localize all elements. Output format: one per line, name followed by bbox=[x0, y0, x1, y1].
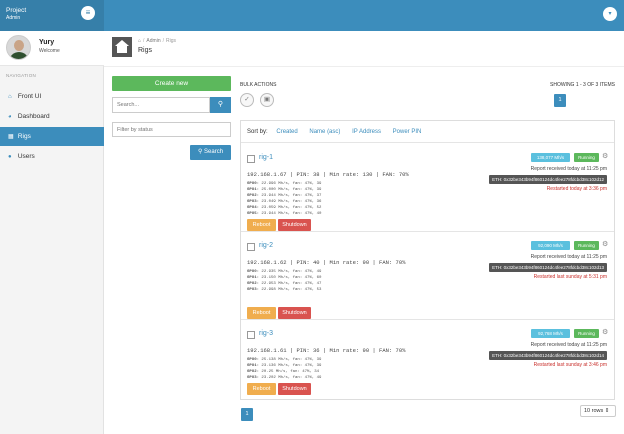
restart-time: Restarted today at 3:36 pm bbox=[546, 186, 607, 192]
gear-icon[interactable]: ⚙ bbox=[602, 152, 608, 160]
user-name: Yury bbox=[39, 39, 55, 46]
rig-checkbox[interactable] bbox=[247, 243, 255, 251]
avatar bbox=[6, 35, 31, 60]
rig-card: rig-1 192.168.1.67 | PIN: 38 | Min rate:… bbox=[241, 145, 614, 232]
rows-per-page-select[interactable]: 10 rows ⇕ bbox=[580, 405, 616, 417]
bulk-actions-label: BULK ACTIONS bbox=[240, 82, 277, 88]
showing-count: SHOWING 1 - 3 OF 3 ITEMS bbox=[550, 82, 616, 88]
shutdown-button[interactable]: Shutdown bbox=[278, 219, 311, 231]
sidebar: Yury Welcome NAVIGATION ⌂ Front UI ◕ Das… bbox=[0, 31, 104, 434]
status-filter-input[interactable] bbox=[112, 122, 231, 137]
sort-power-pin[interactable]: Power PIN bbox=[393, 129, 422, 135]
gear-icon[interactable]: ⚙ bbox=[602, 328, 608, 336]
page-header: ⌂ / Admin / Rigs Rigs bbox=[104, 31, 624, 67]
shutdown-button[interactable]: Shutdown bbox=[278, 307, 311, 319]
home-icon bbox=[112, 37, 132, 57]
rigs-panel: Sort by: Created Name (asc) IP Address P… bbox=[240, 120, 615, 400]
sidebar-item-dashboard[interactable]: ◕ Dashboard bbox=[0, 107, 104, 126]
rig-checkbox[interactable] bbox=[247, 331, 255, 339]
gpu-list: GPU0: 25.138 Mh/s, fan: 47%, 39 GPU1: 23… bbox=[247, 357, 321, 381]
reboot-button[interactable]: Reboot bbox=[247, 219, 276, 231]
dashboard-icon: ◕ bbox=[8, 114, 12, 120]
sort-label: Sort by: bbox=[247, 129, 268, 135]
report-received: Report received today at 11:25 pm bbox=[530, 166, 607, 172]
restart-time: Restarted last sunday at 3:46 pm bbox=[533, 362, 607, 368]
sort-created[interactable]: Created bbox=[276, 129, 297, 135]
pagination-page-top[interactable]: 1 bbox=[554, 94, 566, 107]
gpu-list: GPU0: 22.996 Mh/s, fan: 47%, 39 GPU1: 25… bbox=[247, 181, 321, 217]
rig-card: rig-3 192.168.1.61 | PIN: 36 | Min rate:… bbox=[241, 321, 614, 408]
report-received: Report received today at 11:25 pm bbox=[530, 342, 607, 348]
gear-icon[interactable]: ⚙ bbox=[602, 240, 608, 248]
sidebar-item-front-ui[interactable]: ⌂ Front UI bbox=[0, 87, 104, 106]
user-welcome: Welcome bbox=[39, 48, 60, 54]
search-icon[interactable]: ⚲ bbox=[210, 97, 231, 113]
gpu-list: GPU0: 22.935 Mh/s, fan: 47%, 49 GPU1: 23… bbox=[247, 269, 321, 293]
rig-checkbox[interactable] bbox=[247, 155, 255, 163]
rig-name-link[interactable]: rig-3 bbox=[259, 330, 273, 337]
check-icon[interactable]: ✓ bbox=[240, 93, 254, 107]
rig-info: 192.168.1.67 | PIN: 38 | Min rate: 130 |… bbox=[247, 171, 409, 178]
sidebar-item-rigs[interactable]: ▦ Rigs bbox=[0, 127, 104, 146]
sidebar-item-label: Users bbox=[17, 153, 35, 160]
sort-bar: Sort by: Created Name (asc) IP Address P… bbox=[241, 121, 614, 143]
status-badge: Running bbox=[574, 329, 599, 338]
search-button-label: Search bbox=[204, 149, 224, 155]
sidebar-item-label: Front UI bbox=[17, 93, 42, 100]
search-input[interactable] bbox=[112, 97, 210, 113]
rig-card: rig-2 192.168.1.62 | PIN: 40 | Min rate:… bbox=[241, 233, 614, 320]
users-icon: ● bbox=[8, 154, 12, 160]
status-badge: Running bbox=[574, 153, 599, 162]
top-navbar: Project Admin ≡ ▾ bbox=[0, 0, 624, 31]
eth-wallet-badge: ETH: 0x32be343b94f860124dc4fee278fdcbd38… bbox=[489, 175, 607, 184]
eth-wallet-badge: ETH: 0x32be343b94f860124dc4fee278fdcbd38… bbox=[489, 263, 607, 272]
caret-down-icon[interactable]: ▾ bbox=[603, 7, 617, 21]
create-new-button[interactable]: Create new bbox=[112, 76, 231, 91]
sort-name-asc[interactable]: Name (asc) bbox=[309, 129, 340, 135]
page-title: Rigs bbox=[138, 47, 153, 54]
rig-name-link[interactable]: rig-2 bbox=[259, 242, 273, 249]
trash-icon[interactable]: ▣ bbox=[260, 93, 274, 107]
sidebar-item-label: Dashboard bbox=[17, 113, 50, 120]
rig-info: 192.168.1.61 | PIN: 36 | Min rate: 90 | … bbox=[247, 347, 406, 354]
pagination-page-bottom[interactable]: 1 bbox=[241, 408, 253, 421]
shutdown-button[interactable]: Shutdown bbox=[278, 383, 311, 395]
search-button[interactable]: ⚲ Search bbox=[190, 145, 231, 160]
sidebar-item-users[interactable]: ● Users bbox=[0, 147, 104, 166]
sort-arrows-icon: ⇕ bbox=[604, 408, 610, 414]
sort-ip-address[interactable]: IP Address bbox=[352, 129, 381, 135]
home-icon: ⌂ bbox=[8, 94, 12, 100]
reboot-button[interactable]: Reboot bbox=[247, 307, 276, 319]
eth-wallet-badge: ETH: 0x32be343b94f860124dc4fee278fdcbd38… bbox=[489, 351, 607, 360]
hashrate-badge: 138,077 Mh/s bbox=[531, 153, 570, 162]
breadcrumb: ⌂ / Admin / Rigs bbox=[138, 38, 177, 44]
brand-subtitle: Admin bbox=[6, 15, 21, 21]
breadcrumb-admin[interactable]: Admin bbox=[146, 38, 160, 44]
hashrate-badge: 92,768 Mh/s bbox=[531, 329, 570, 338]
hashrate-badge: 92,090 Mh/s bbox=[531, 241, 570, 250]
rig-info: 192.168.1.62 | PIN: 40 | Min rate: 90 | … bbox=[247, 259, 406, 266]
breadcrumb-rigs: Rigs bbox=[166, 38, 177, 44]
gpu-line: GPU3: 22.998 Mh/s, fan: 47%, 53 bbox=[247, 288, 322, 292]
nav-header: NAVIGATION bbox=[6, 73, 37, 78]
rows-select-value: 10 rows bbox=[584, 408, 604, 414]
user-panel: Yury Welcome bbox=[0, 31, 104, 66]
server-icon: ▦ bbox=[8, 134, 14, 140]
gpu-line: GPU5: 23.944 Mh/s, fan: 47%, 40 bbox=[247, 212, 322, 216]
reboot-button[interactable]: Reboot bbox=[247, 383, 276, 395]
hamburger-icon[interactable]: ≡ bbox=[81, 6, 95, 20]
rig-name-link[interactable]: rig-1 bbox=[259, 154, 273, 161]
brand-block: Project Admin ≡ bbox=[0, 0, 104, 31]
sidebar-item-label: Rigs bbox=[17, 133, 31, 140]
gpu-line: GPU3: 23.202 Mh/s, fan: 47%, 49 bbox=[247, 376, 322, 380]
report-received: Report received today at 11:25 pm bbox=[530, 254, 607, 260]
breadcrumb-home-icon[interactable]: ⌂ bbox=[138, 38, 141, 44]
restart-time: Restarted last sunday at 5:31 pm bbox=[533, 274, 607, 280]
status-badge: Running bbox=[574, 241, 599, 250]
brand-title: Project bbox=[6, 7, 27, 14]
